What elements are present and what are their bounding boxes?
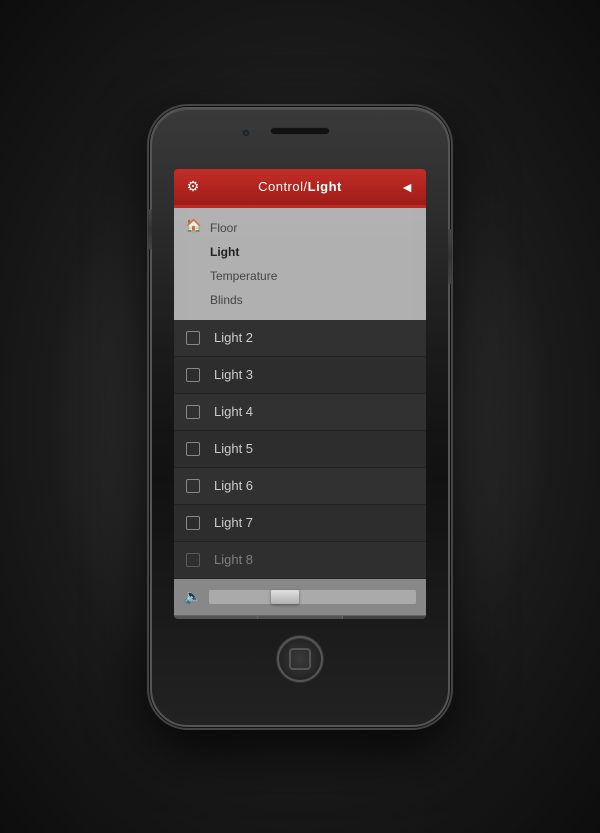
light-name-4: Light 4	[214, 404, 253, 419]
slider-bar: 🔈	[174, 579, 426, 615]
dropdown-menu: 🏠 Floor Light Temperature Blinds	[174, 208, 426, 320]
dropdown-item-blinds[interactable]: Blinds	[210, 288, 426, 312]
side-button-right	[448, 229, 452, 284]
dropdown-item-floor[interactable]: Floor	[210, 216, 426, 240]
light-item-2[interactable]: Light 2	[174, 320, 426, 357]
camera-dot	[242, 129, 250, 137]
dropdown-item-light[interactable]: Light	[210, 240, 426, 264]
home-button[interactable]	[277, 636, 323, 682]
checkbox-icon-4[interactable]	[186, 405, 200, 419]
back-icon[interactable]: ◄	[398, 178, 416, 196]
dropdown-item-temperature[interactable]: Temperature	[210, 264, 426, 288]
light-name-3: Light 3	[214, 367, 253, 382]
phone-screen: ⚙ Control/Light ◄ 🏠 Floor Light Temperat…	[174, 169, 426, 619]
checkbox-icon-2[interactable]	[186, 331, 200, 345]
side-button-left	[148, 209, 152, 249]
light-item-7[interactable]: Light 7	[174, 505, 426, 542]
phone-outer: ⚙ Control/Light ◄ 🏠 Floor Light Temperat…	[150, 107, 450, 727]
tab-profile[interactable]: 👤 PROFILE	[174, 616, 258, 619]
header-title-prefix: Control/	[258, 179, 308, 194]
checkbox-icon-5[interactable]	[186, 442, 200, 456]
header-bar: ⚙ Control/Light ◄	[174, 169, 426, 205]
light-name-5: Light 5	[214, 441, 253, 456]
checkbox-icon-3[interactable]	[186, 368, 200, 382]
light-item-3[interactable]: Light 3	[174, 357, 426, 394]
phone-bottom	[152, 619, 448, 699]
light-item-8[interactable]: Light 8	[174, 542, 426, 579]
light-name-2: Light 2	[214, 330, 253, 345]
light-item-4[interactable]: Light 4	[174, 394, 426, 431]
phone-top	[152, 109, 448, 169]
tab-scene[interactable]: ★ SCENE	[258, 616, 342, 619]
tab-control[interactable]: ⚙ CONTROL	[343, 616, 426, 619]
volume-icon: 🔈	[184, 588, 201, 605]
light-name-7: Light 7	[214, 515, 253, 530]
checkbox-icon-7[interactable]	[186, 516, 200, 530]
home-button-inner	[289, 648, 311, 670]
light-name-8: Light 8	[214, 552, 253, 567]
light-name-6: Light 6	[214, 478, 253, 493]
header-title: Control/Light	[202, 179, 398, 194]
gear-icon[interactable]: ⚙	[184, 178, 202, 196]
header-title-suffix: Light	[308, 179, 342, 194]
light-item-6[interactable]: Light 6	[174, 468, 426, 505]
checkbox-icon-8[interactable]	[186, 553, 200, 567]
tab-bar: 👤 PROFILE ★ SCENE ⚙ CONTROL	[174, 615, 426, 619]
slider-thumb[interactable]	[271, 590, 299, 604]
checkbox-icon-6[interactable]	[186, 479, 200, 493]
slider-track[interactable]	[209, 590, 416, 604]
dropdown-home-icon[interactable]: 🏠	[186, 218, 202, 234]
light-list: Light 2 Light 3 Light 4 Light 5 Light 6 …	[174, 320, 426, 579]
light-item-5[interactable]: Light 5	[174, 431, 426, 468]
speaker-grill	[270, 127, 330, 135]
